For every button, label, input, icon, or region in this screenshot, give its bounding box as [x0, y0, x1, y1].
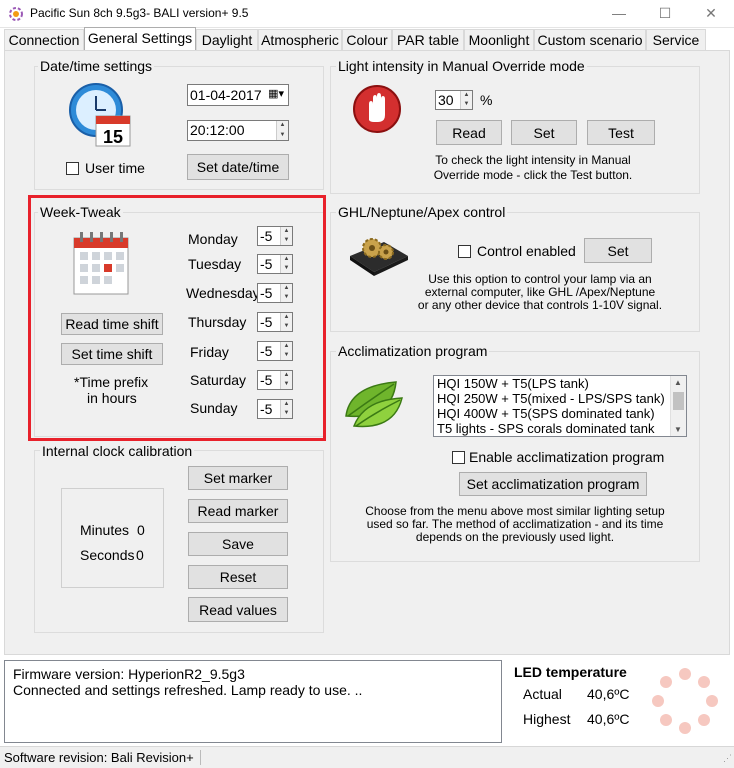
- set-marker-button[interactable]: Set marker: [188, 466, 288, 490]
- resize-grip-icon[interactable]: ⋰: [723, 753, 732, 764]
- ghl-control-title: GHL/Neptune/Apex control: [336, 204, 508, 220]
- list-item[interactable]: HQI 150W + T5(LPS tank): [434, 376, 686, 391]
- app-logo-icon: [9, 7, 23, 21]
- tab-service[interactable]: Service: [646, 29, 706, 51]
- scroll-down-icon[interactable]: ▼: [674, 425, 682, 434]
- seconds-label: Seconds: [80, 547, 135, 563]
- tab-moonlight[interactable]: Moonlight: [464, 29, 534, 51]
- stop-hand-icon: [352, 84, 402, 134]
- minimize-button[interactable]: —: [596, 0, 642, 28]
- acclimatization-listbox[interactable]: HQI 150W + T5(LPS tank) HQI 250W + T5(mi…: [433, 375, 687, 437]
- tab-daylight[interactable]: Daylight: [196, 29, 258, 51]
- status-bar: Software revision: Bali Revision+ ⋰: [0, 746, 734, 768]
- software-revision-text: Software revision: Bali Revision+: [4, 750, 201, 765]
- firmware-version-text: Firmware version: HyperionR2_9.5g3: [13, 666, 245, 682]
- calendar-day-number: 15: [103, 127, 123, 147]
- tab-custom-scenario[interactable]: Custom scenario: [534, 29, 646, 51]
- list-item[interactable]: HQI 250W + T5(mixed - LPS/SPS tank): [434, 391, 686, 406]
- actual-temp-label: Actual: [523, 686, 562, 702]
- read-marker-button[interactable]: Read marker: [188, 499, 288, 523]
- tab-general-settings[interactable]: General Settings: [84, 27, 196, 51]
- title-bar: Pacific Sun 8ch 9.5g3- BALI version+ 9.5…: [0, 0, 734, 28]
- date-picker[interactable]: 01-04-2017 ▦▾: [187, 84, 289, 106]
- user-time-label: User time: [85, 160, 145, 176]
- tab-par-table[interactable]: PAR table: [392, 29, 464, 51]
- set-intensity-button[interactable]: Set: [511, 120, 577, 145]
- listbox-scrollbar[interactable]: ▲ ▼: [670, 376, 686, 436]
- connection-status-text: Connected and settings refreshed. Lamp r…: [13, 682, 363, 698]
- reset-button[interactable]: Reset: [188, 565, 288, 589]
- enable-acclimatization-label: Enable acclimatization program: [469, 449, 665, 465]
- time-spinner-arrows[interactable]: ▲ ▼: [276, 121, 288, 140]
- window-title: Pacific Sun 8ch 9.5g3- BALI version+ 9.5: [30, 6, 249, 20]
- control-enabled-label: Control enabled: [477, 243, 576, 259]
- list-item[interactable]: T5 lights - SPS corals dominated tank: [434, 421, 686, 436]
- acclimatization-note-line3: depends on the previously used light.: [415, 530, 615, 544]
- intensity-spinner[interactable]: 30 ▲ ▼: [435, 90, 473, 110]
- test-button[interactable]: Test: [587, 120, 655, 145]
- clock-calibration-title: Internal clock calibration: [40, 443, 195, 459]
- control-enabled-checkbox[interactable]: [458, 245, 471, 258]
- datetime-title: Date/time settings: [38, 58, 155, 74]
- ghl-note-line3: or any other device that controls 1-10V …: [417, 298, 663, 312]
- set-acclimatization-button[interactable]: Set acclimatization program: [459, 472, 647, 496]
- enable-acclimatization-checkbox[interactable]: [452, 451, 465, 464]
- week-tweak-highlight: [28, 195, 326, 441]
- date-value: 01-04-2017: [190, 87, 262, 103]
- minutes-label: Minutes: [80, 522, 130, 538]
- light-intensity-title: Light intensity in Manual Override mode: [336, 58, 587, 74]
- close-button[interactable]: ✕: [688, 0, 734, 28]
- intensity-value: 30: [438, 92, 454, 108]
- status-log[interactable]: Firmware version: HyperionR2_9.5g3 Conne…: [4, 660, 502, 743]
- seconds-value: 0: [136, 547, 144, 563]
- calibration-values-box: [61, 488, 164, 588]
- list-item[interactable]: HQI 400W + T5(SPS dominated tank): [434, 406, 686, 421]
- maximize-button[interactable]: ☐: [642, 0, 688, 28]
- tab-strip: Connection General Settings Daylight Atm…: [4, 27, 730, 51]
- clock-calendar-icon: 15: [66, 82, 136, 148]
- read-intensity-button[interactable]: Read: [436, 120, 502, 145]
- highest-temp-label: Highest: [523, 711, 571, 727]
- tab-connection[interactable]: Connection: [4, 29, 84, 51]
- ghl-set-button[interactable]: Set: [584, 238, 652, 263]
- tab-colour[interactable]: Colour: [342, 29, 392, 51]
- gears-chip-icon: [346, 230, 412, 280]
- leaves-icon: [340, 376, 408, 434]
- scroll-thumb[interactable]: [673, 392, 684, 410]
- set-datetime-button[interactable]: Set date/time: [187, 154, 289, 180]
- scroll-up-icon[interactable]: ▲: [674, 378, 682, 387]
- actual-temp-value: 40,6ºC: [587, 686, 630, 702]
- minutes-value: 0: [137, 522, 145, 538]
- intensity-note-line1: To check the light intensity in Manual: [435, 153, 631, 167]
- intensity-unit: %: [480, 92, 493, 108]
- user-time-checkbox[interactable]: [66, 162, 79, 175]
- tab-atmospheric[interactable]: Atmospheric: [258, 29, 342, 51]
- calendar-dropdown-icon[interactable]: ▦▾: [268, 87, 284, 100]
- time-spinner[interactable]: 20:12:00 ▲ ▼: [187, 120, 289, 141]
- highest-temp-value: 40,6ºC: [587, 711, 630, 727]
- acclimatization-title: Acclimatization program: [336, 343, 490, 359]
- led-ring-logo: [650, 666, 720, 736]
- save-button[interactable]: Save: [188, 532, 288, 556]
- read-values-button[interactable]: Read values: [188, 597, 288, 622]
- time-value: 20:12:00: [190, 122, 245, 138]
- led-temperature-title: LED temperature: [514, 664, 627, 680]
- intensity-note-line2: Override mode - click the Test button.: [433, 168, 633, 182]
- spinner-arrows-icon[interactable]: ▲ ▼: [460, 91, 472, 109]
